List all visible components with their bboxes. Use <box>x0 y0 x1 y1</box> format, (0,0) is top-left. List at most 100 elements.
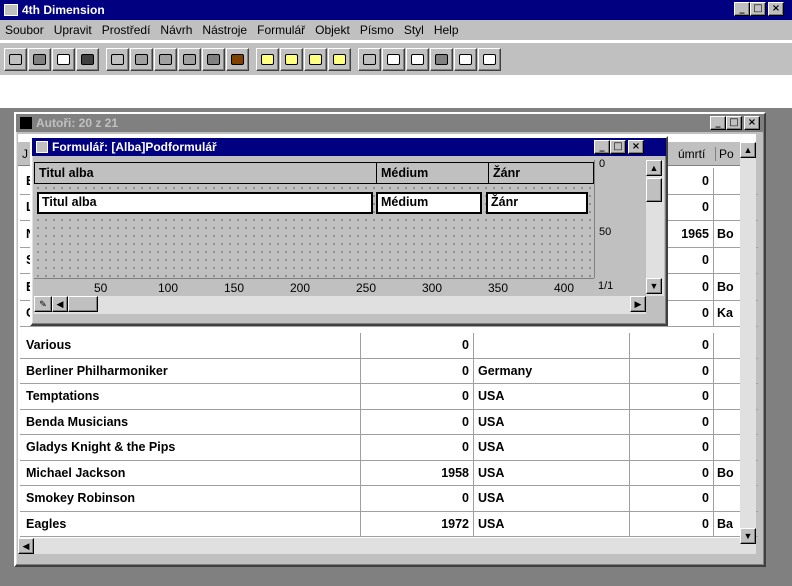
subform-minimize-icon[interactable]: _ <box>594 140 610 154</box>
subform-scroll-right-icon[interactable]: ▶ <box>630 296 646 312</box>
preview-icon[interactable] <box>52 47 75 71</box>
paste-icon[interactable] <box>178 47 201 71</box>
edit-form-icon[interactable] <box>280 47 303 71</box>
authors-titlebar[interactable]: Autoři: 20 z 21 _ □ × <box>16 114 764 132</box>
header-col-j[interactable]: J <box>22 147 28 161</box>
authors-size-grip[interactable] <box>740 554 756 564</box>
print-icon[interactable] <box>76 47 99 71</box>
menu-item-2[interactable]: Prostředí <box>97 23 156 37</box>
name-cell: Benda Musicians <box>20 409 361 434</box>
list-icon[interactable] <box>382 47 405 71</box>
clear-icon[interactable] <box>202 47 225 71</box>
form-icon[interactable] <box>256 47 279 71</box>
subform-vscrollbar[interactable]: ▲ ▼ <box>646 160 664 296</box>
check-icon[interactable] <box>478 47 501 71</box>
undo-icon[interactable] <box>106 47 129 71</box>
subform-hscrollbar[interactable]: ✎ ◀ ▶ <box>34 296 646 314</box>
subform-close-icon[interactable]: × <box>628 140 644 154</box>
scroll-up-icon[interactable]: ▲ <box>740 142 756 158</box>
menu-item-5[interactable]: Formulář <box>252 23 310 37</box>
death-year-cell: 0 <box>630 435 714 460</box>
scroll-down-icon[interactable]: ▼ <box>740 528 756 544</box>
death-year-cell: 0 <box>630 409 714 434</box>
year-cell: 0 <box>361 409 474 434</box>
save-icon[interactable] <box>28 47 51 71</box>
header-zanr[interactable]: Žánr <box>489 163 589 183</box>
header-titul-alba[interactable]: Titul alba <box>35 163 377 183</box>
country-cell: USA <box>474 435 630 460</box>
country-cell: Germany <box>474 358 630 383</box>
subform-scroll-down-icon[interactable]: ▼ <box>646 278 662 294</box>
pencil-icon[interactable]: ✎ <box>34 296 52 312</box>
menu-item-8[interactable]: Styl <box>399 23 429 37</box>
menu-item-3[interactable]: Návrh <box>155 23 197 37</box>
header-medium[interactable]: Médium <box>377 163 489 183</box>
subform-window[interactable]: Formulář: [Alba]Podformulář _ □ × Titul … <box>30 136 668 326</box>
menu-item-0[interactable]: Soubor <box>0 23 49 37</box>
authors-close-icon[interactable]: × <box>744 116 760 130</box>
menu-item-6[interactable]: Objekt <box>310 23 355 37</box>
year-cell: 0 <box>361 435 474 460</box>
vertical-ruler: 0 50 <box>594 158 646 278</box>
menu-item-7[interactable]: Písmo <box>355 23 399 37</box>
structure-icon[interactable] <box>430 47 453 71</box>
authors-vscrollbar[interactable]: ▲ ▼ <box>740 142 756 554</box>
field-zanr[interactable]: Žánr <box>486 192 588 214</box>
design-icon[interactable] <box>406 47 429 71</box>
subform-scroll-hthumb[interactable] <box>68 296 98 312</box>
cut-icon[interactable] <box>130 47 153 71</box>
subform-maximize-icon[interactable]: □ <box>610 140 626 154</box>
header-col-po[interactable]: Po <box>715 147 734 161</box>
table-row[interactable]: Berliner Philharmoniker 0 Germany 0 <box>20 358 758 384</box>
close-icon[interactable]: × <box>768 2 784 16</box>
authors-window-icon <box>20 117 32 129</box>
app-title: 4th Dimension <box>22 3 105 17</box>
year-cell: 1972 <box>361 511 474 536</box>
scroll-left-icon[interactable]: ◀ <box>18 538 34 554</box>
subform-scroll-up-icon[interactable]: ▲ <box>646 160 662 176</box>
subform-scroll-left-icon[interactable]: ◀ <box>52 296 68 312</box>
menu-item-1[interactable]: Upravit <box>49 23 97 37</box>
new-form-icon[interactable] <box>304 47 327 71</box>
subform-titlebar[interactable]: Formulář: [Alba]Podformulář _ □ × <box>32 138 666 156</box>
table-row[interactable]: Benda Musicians 0 USA 0 <box>20 409 758 435</box>
table-row[interactable]: Smokey Robinson 0 USA 0 <box>20 486 758 512</box>
table-row[interactable]: Temptations 0 USA 0 <box>20 384 758 410</box>
table-row[interactable]: Eagles 1972 USA 0 Ba <box>20 511 758 537</box>
death-year-cell: 0 <box>630 486 714 511</box>
year-cell: 0 <box>361 333 474 358</box>
menu-bar: Soubor Upravit Prostředí Návrh Nástroje Formu… <box>0 20 792 40</box>
header-col-umrti[interactable]: úmrtí <box>678 147 705 161</box>
authors-hscrollbar[interactable]: ◀ <box>18 538 740 554</box>
subform-header-row: Titul alba Médium Žánr <box>34 162 594 184</box>
copy-icon[interactable] <box>154 47 177 71</box>
country-cell: USA <box>474 511 630 536</box>
minimize-icon[interactable]: _ <box>734 2 750 16</box>
table-row[interactable]: Various 0 0 <box>20 333 758 359</box>
ruler-200: 200 <box>290 281 311 295</box>
field-titul-alba[interactable]: Titul alba <box>37 192 373 214</box>
explorer-icon[interactable] <box>358 47 381 71</box>
page-indicator: 1/1 <box>598 280 614 292</box>
field-medium[interactable]: Médium <box>376 192 482 214</box>
death-year-cell: 0 <box>630 358 714 383</box>
table-row[interactable]: Michael Jackson 1958 USA 0 Bo <box>20 460 758 486</box>
table-row[interactable]: Gladys Knight & the Pips 0 USA 0 <box>20 435 758 461</box>
tools-icon[interactable] <box>226 47 249 71</box>
maximize-icon[interactable]: □ <box>750 2 766 16</box>
death-year-cell: 0 <box>630 333 714 358</box>
form-props-icon[interactable] <box>328 47 351 71</box>
authors-maximize-icon[interactable]: □ <box>726 116 742 130</box>
vruler-0: 0 <box>599 158 606 170</box>
menu-item-9[interactable]: Help <box>429 23 464 37</box>
open-icon[interactable] <box>4 47 27 71</box>
death-year-cell: 0 <box>630 511 714 536</box>
user-icon[interactable] <box>454 47 477 71</box>
authors-minimize-icon[interactable]: _ <box>710 116 726 130</box>
subform-size-grip[interactable] <box>646 296 664 314</box>
menu-item-4[interactable]: Nástroje <box>197 23 252 37</box>
ruler-350: 350 <box>488 281 509 295</box>
name-cell: Gladys Knight & the Pips <box>20 435 361 460</box>
death-year-cell: 0 <box>630 384 714 409</box>
subform-scroll-thumb[interactable] <box>646 178 662 202</box>
